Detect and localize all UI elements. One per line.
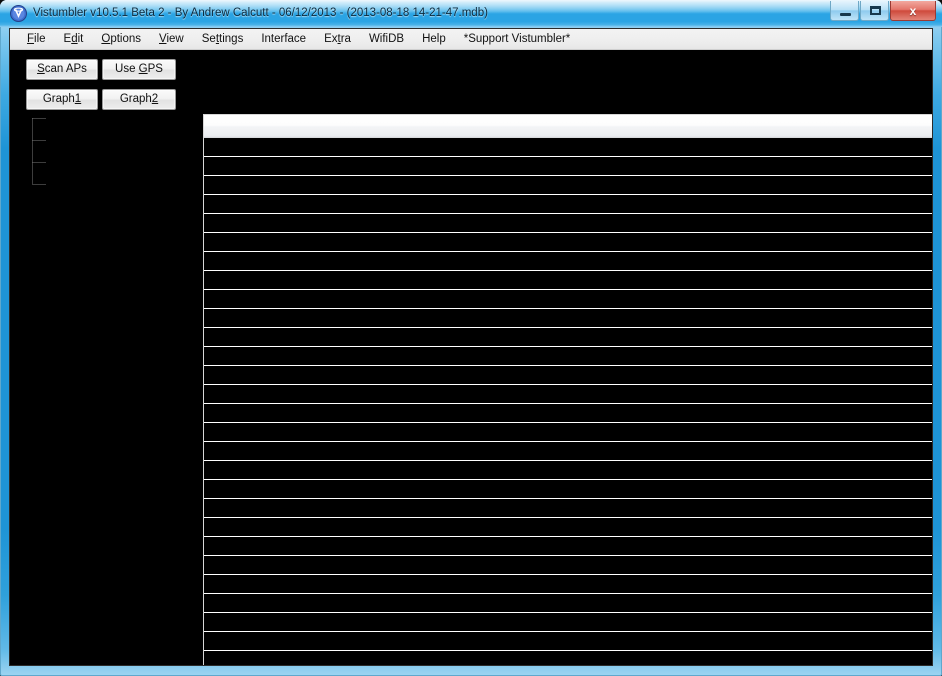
menu-item-file[interactable]: File [18,31,55,47]
menu-item-support-vistumbler[interactable]: *Support Vistumbler* [455,31,580,47]
window-title: Vistumbler v10.5.1 Beta 2 - By Andrew Ca… [33,7,488,19]
graph2-button[interactable]: Graph2 [102,89,176,110]
tree-connector-lines [32,118,47,185]
table-row[interactable] [204,233,932,252]
menu-item-extra[interactable]: Extra [315,31,360,47]
toolbar: Scan APs Use GPS Graph1 Graph2 [10,50,932,113]
table-row[interactable] [204,613,932,632]
menu-item-settings[interactable]: Settings [193,31,253,47]
listview-header[interactable] [204,115,932,138]
table-row[interactable] [204,290,932,309]
table-row[interactable] [204,347,932,366]
table-row[interactable] [204,423,932,442]
table-row[interactable] [204,499,932,518]
table-row[interactable] [204,480,932,499]
menu-item-help[interactable]: Help [413,31,455,47]
table-row[interactable] [204,594,932,613]
menu-item-view[interactable]: View [150,31,193,47]
table-row[interactable] [204,366,932,385]
maximize-icon [870,6,881,15]
window-controls: x [830,1,936,22]
access-point-tree-pane[interactable] [10,113,194,665]
client-area: File Edit Options View Settings Interface Extr… [9,28,933,666]
table-row[interactable] [204,271,932,290]
title-bar[interactable]: Vistumbler v10.5.1 Beta 2 - By Andrew Ca… [0,0,942,27]
minimize-button[interactable] [830,1,859,21]
scan-aps-button[interactable]: Scan APs [26,59,98,80]
graph1-button[interactable]: Graph1 [26,89,98,110]
table-row[interactable] [204,252,932,271]
table-row[interactable] [204,556,932,575]
table-row[interactable] [204,138,932,157]
table-row[interactable] [204,385,932,404]
table-row[interactable] [204,537,932,556]
close-button[interactable]: x [890,1,936,21]
minimize-icon [840,13,851,16]
table-row[interactable] [204,404,932,423]
menu-item-options[interactable]: Options [92,31,150,47]
access-point-list-pane [194,113,932,665]
listview-rows [204,138,932,665]
application-window: Vistumbler v10.5.1 Beta 2 - By Andrew Ca… [0,0,942,676]
vistumbler-shield-icon [10,5,27,22]
table-row[interactable] [204,575,932,594]
table-row[interactable] [204,309,932,328]
close-icon: x [909,3,917,18]
maximize-button[interactable] [860,1,889,21]
menu-item-wifidb[interactable]: WifiDB [360,31,413,47]
use-gps-button[interactable]: Use GPS [102,59,176,80]
table-row[interactable] [204,442,932,461]
table-row[interactable] [204,518,932,537]
table-row[interactable] [204,176,932,195]
table-row[interactable] [204,214,932,233]
menu-item-interface[interactable]: Interface [252,31,315,47]
table-row[interactable] [204,461,932,480]
access-point-listview[interactable] [203,114,932,665]
menu-bar: File Edit Options View Settings Interface Extr… [10,29,932,50]
table-row[interactable] [204,328,932,347]
menu-item-edit[interactable]: Edit [55,31,93,47]
table-row[interactable] [204,632,932,651]
table-row[interactable] [204,157,932,176]
table-row[interactable] [204,651,932,665]
table-row[interactable] [204,195,932,214]
